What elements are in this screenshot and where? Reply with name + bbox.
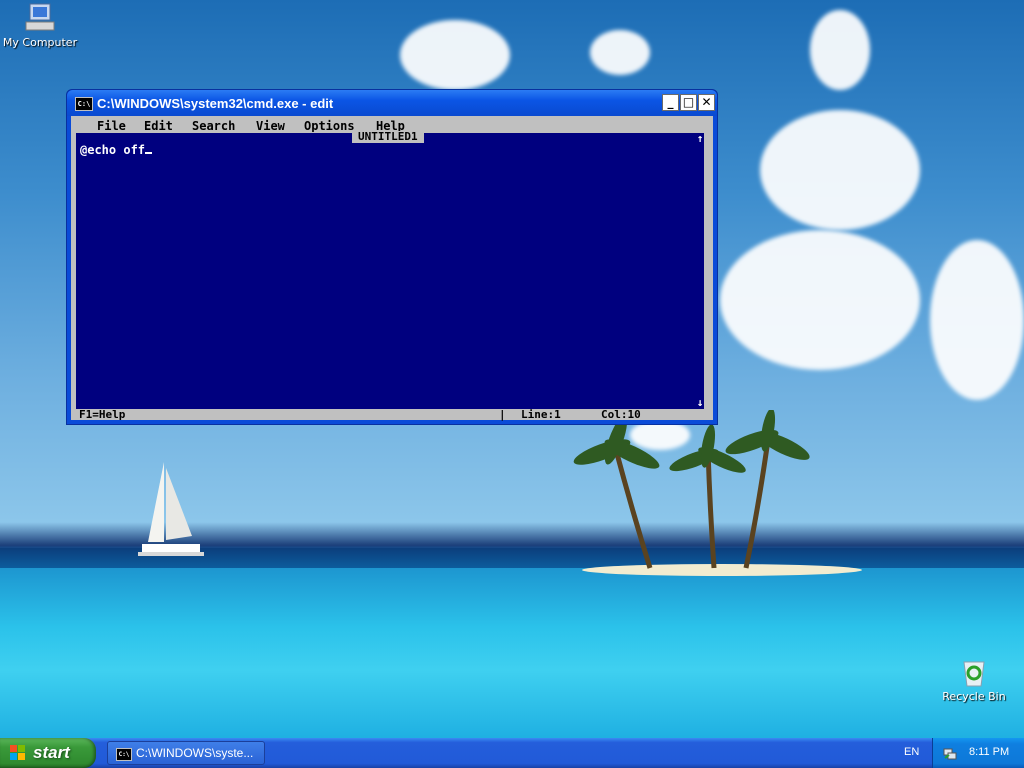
status-line: Line:1: [521, 408, 561, 421]
console-area[interactable]: File Edit Search View Options Help UNTIT…: [71, 116, 713, 420]
taskbar-cmd-button[interactable]: C:\ C:\WINDOWS\syste...: [107, 741, 265, 765]
text-editor-area[interactable]: UNTITLED1 @echo off ↑ ↓: [75, 131, 705, 410]
scroll-down-arrow-icon[interactable]: ↓: [696, 397, 704, 409]
taskbar: start C:\ C:\WINDOWS\syste... EN 8:11 PM: [0, 738, 1024, 768]
sailboat-image: [138, 462, 204, 556]
taskbar-cmd-label: C:\WINDOWS\syste...: [136, 746, 254, 760]
start-label: start: [33, 743, 70, 762]
palm-trees-image: [573, 410, 810, 569]
language-indicator[interactable]: EN: [904, 746, 919, 758]
menu-view[interactable]: View: [256, 119, 285, 133]
recycle-bin-icon[interactable]: Recycle Bin: [934, 656, 1014, 703]
cloud: [720, 230, 920, 370]
status-separator: |: [499, 408, 506, 421]
network-icon[interactable]: [943, 746, 957, 760]
window-title: C:\WINDOWS\system32\cmd.exe - edit: [97, 96, 334, 111]
status-col: Col:10: [601, 408, 641, 421]
scroll-up-arrow-icon[interactable]: ↑: [696, 133, 704, 145]
text-cursor: [145, 152, 153, 154]
cloud: [760, 110, 920, 230]
start-button[interactable]: start: [0, 738, 96, 768]
recycle-bin-graphic-icon: [963, 661, 985, 687]
cloud: [400, 20, 510, 90]
status-help: F1=Help: [79, 408, 126, 421]
window-titlebar[interactable]: C:\ C:\WINDOWS\system32\cmd.exe - edit _…: [67, 90, 717, 116]
sea: [0, 568, 1024, 738]
cloud: [930, 240, 1024, 400]
my-computer-icon[interactable]: My Computer: [0, 2, 80, 49]
document-line[interactable]: @echo off: [80, 143, 153, 157]
menu-search[interactable]: Search: [192, 119, 235, 133]
maximize-button[interactable]: □: [680, 94, 697, 111]
recycle-bin-label: Recycle Bin: [942, 690, 1006, 703]
cmd-icon: C:\: [116, 748, 132, 761]
computer-icon: [25, 3, 55, 31]
menu-file[interactable]: File: [97, 119, 126, 133]
windows-logo-icon: [10, 745, 25, 760]
menu-edit[interactable]: Edit: [144, 119, 173, 133]
status-bar: F1=Help | Line:1 Col:10: [71, 409, 713, 420]
edit-window[interactable]: C:\ C:\WINDOWS\system32\cmd.exe - edit _…: [66, 89, 718, 425]
close-button[interactable]: ✕: [698, 94, 715, 111]
line-text: @echo off: [80, 143, 146, 157]
minimize-button[interactable]: _: [662, 94, 679, 111]
clock: 8:11 PM: [969, 746, 1010, 758]
cloud: [590, 30, 650, 75]
document-title: UNTITLED1: [352, 131, 424, 143]
cmd-icon: C:\: [75, 97, 93, 111]
my-computer-label: My Computer: [2, 36, 78, 49]
menu-options[interactable]: Options: [304, 119, 355, 133]
system-tray: 8:11 PM: [932, 738, 1024, 768]
cloud: [810, 10, 870, 90]
